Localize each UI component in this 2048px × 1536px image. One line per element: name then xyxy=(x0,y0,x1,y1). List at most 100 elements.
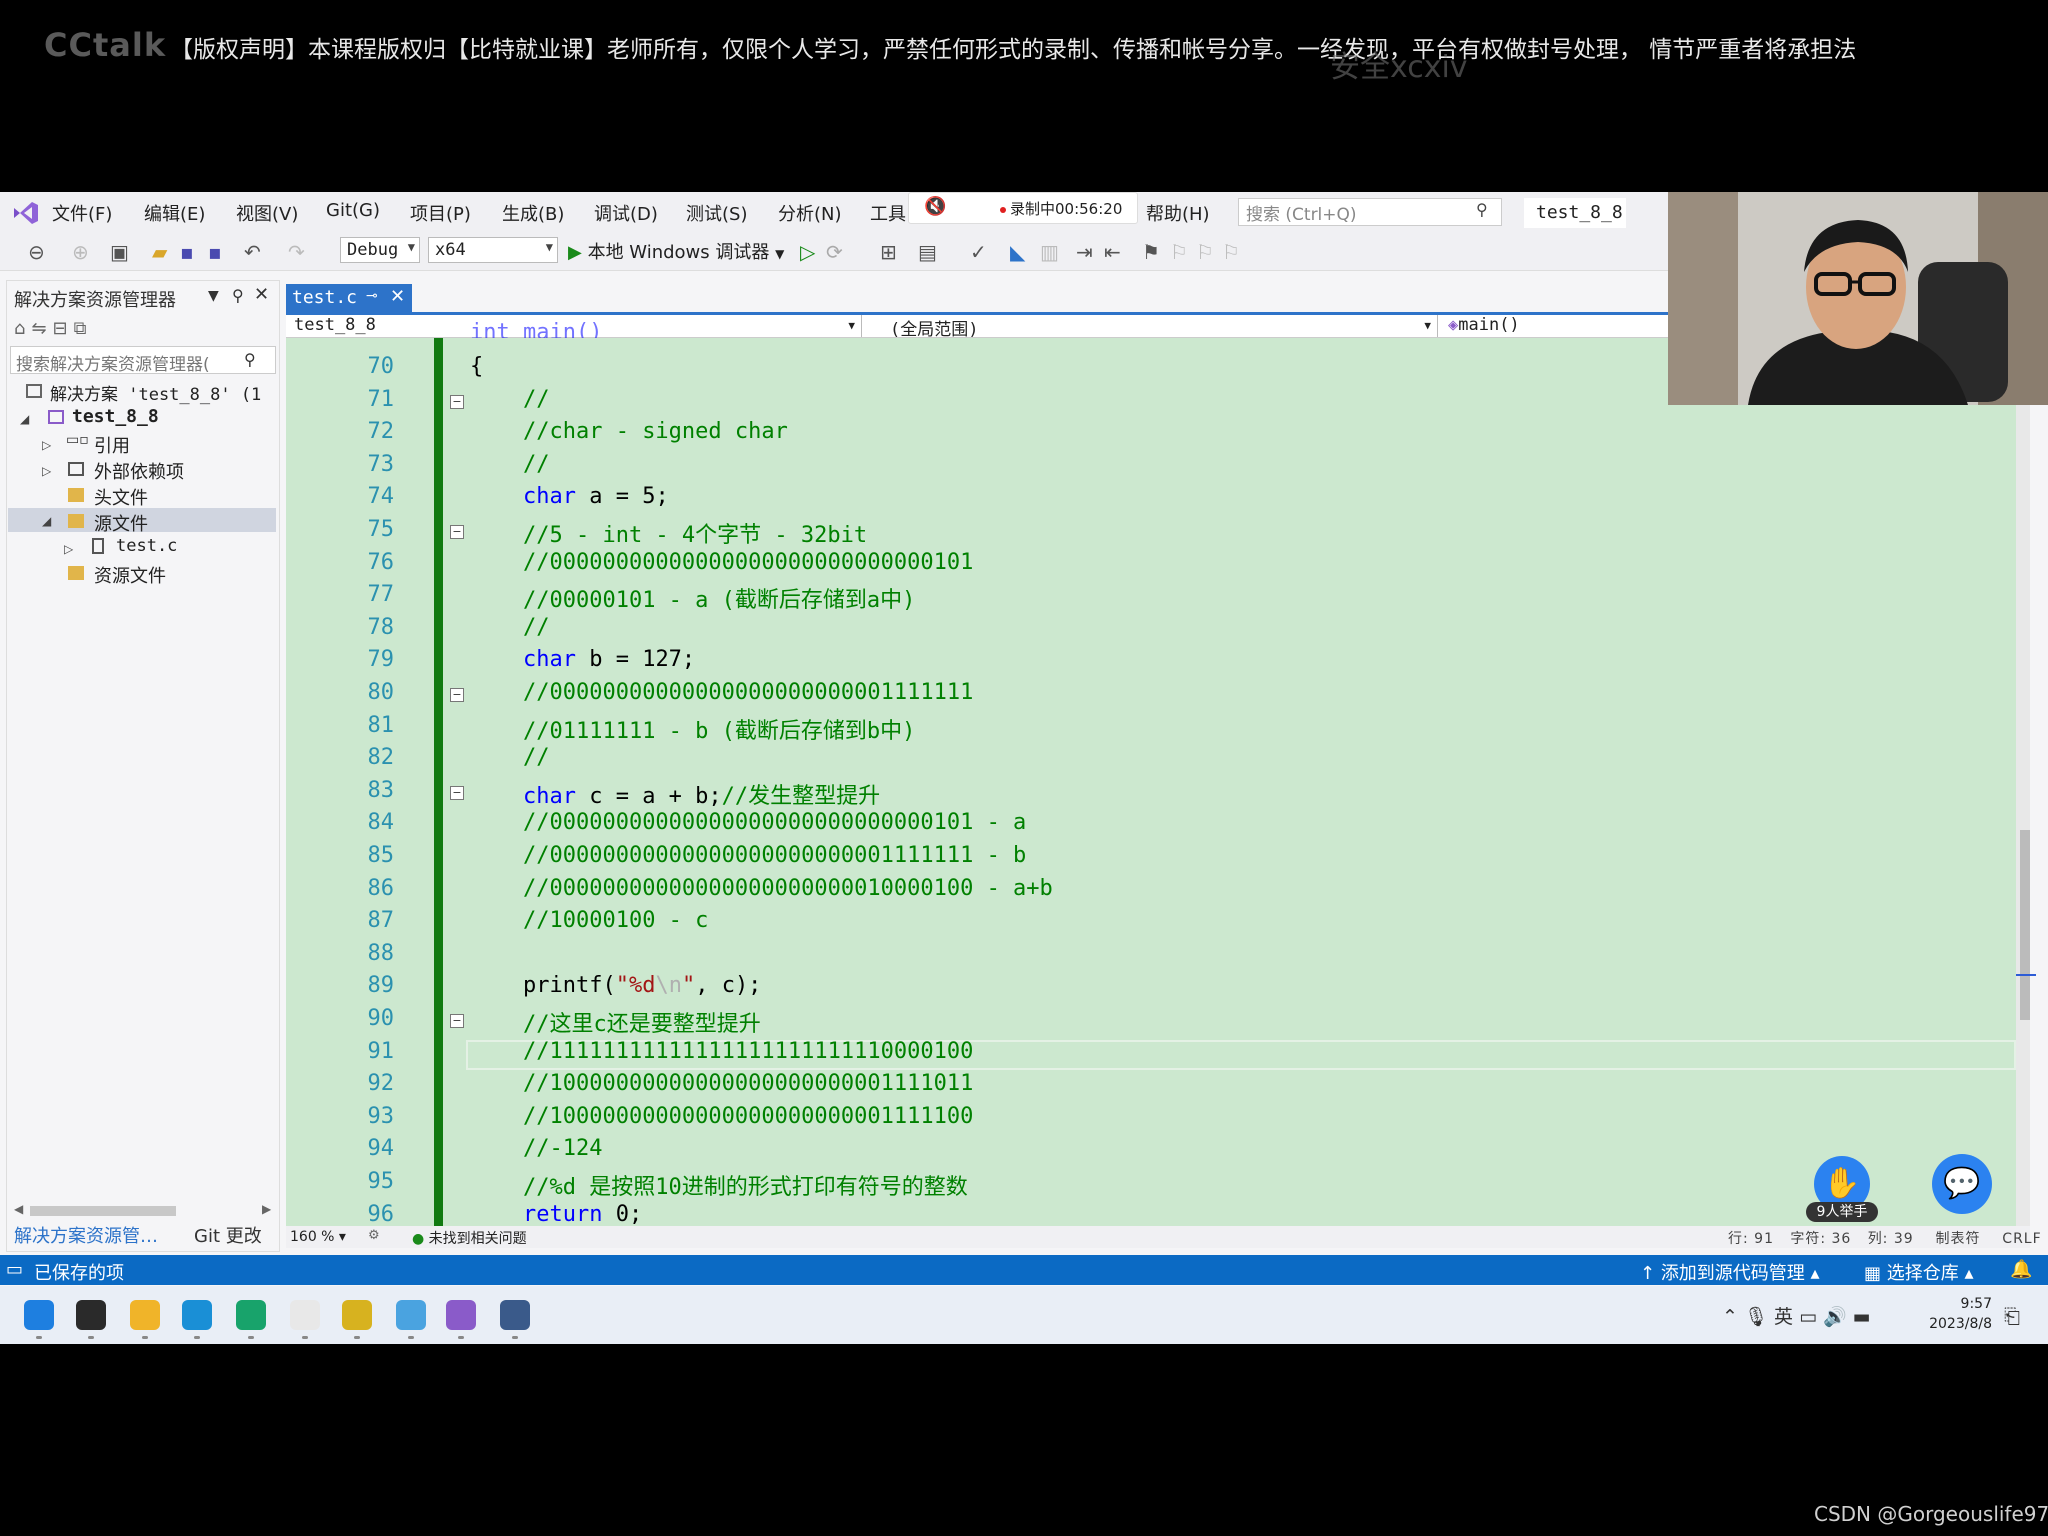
menu-item-7[interactable]: 测试(S) xyxy=(686,200,747,226)
show-all-icon[interactable]: ⧉ xyxy=(74,318,93,339)
network-app-icon[interactable] xyxy=(396,1300,426,1330)
chevron-up-icon[interactable]: ⌃ xyxy=(1722,1306,1744,1328)
network-icon[interactable]: ▭ xyxy=(1799,1306,1823,1328)
code-line-78[interactable]: // xyxy=(470,615,550,640)
pin-icon[interactable]: ⚲ xyxy=(232,286,244,305)
solution-explorer-toolbar[interactable]: ⌂⇋⊟⧉ xyxy=(14,318,92,339)
code-line-96[interactable]: return 0; xyxy=(470,1202,642,1227)
panel-options-icon[interactable]: ▼ xyxy=(208,288,219,304)
start-menu-icon[interactable] xyxy=(24,1300,54,1330)
battery-icon[interactable]: ▬ xyxy=(1853,1306,1877,1328)
menu-item-8[interactable]: 分析(N) xyxy=(778,200,842,226)
system-tray[interactable]: ⌃🎙英▭🔊▬ xyxy=(1722,1302,1877,1329)
hot-reload-icon[interactable]: ⟳ xyxy=(826,240,843,264)
code-line-84[interactable]: //00000000000000000000000000000101 - a xyxy=(470,810,1026,835)
configuration-select[interactable]: Debug ▼ xyxy=(340,237,420,263)
task-view-icon[interactable] xyxy=(76,1300,106,1330)
home-icon[interactable]: ⌂ xyxy=(14,318,31,339)
code-line-93[interactable]: //10000000000000000000000001111100 xyxy=(470,1104,973,1129)
solution-icon[interactable]: ⊞ xyxy=(880,240,897,264)
outdent-icon[interactable]: ⇤ xyxy=(1104,240,1121,264)
tree-test-c[interactable]: test.c xyxy=(116,536,177,556)
platform-select[interactable]: x64 ▼ xyxy=(428,237,558,263)
save-icon[interactable]: ▪ xyxy=(180,240,194,264)
forward-icon[interactable]: ⊕ xyxy=(72,240,89,264)
calculator-icon[interactable] xyxy=(500,1300,530,1330)
pin-tab-icon[interactable]: ⊸ xyxy=(366,288,378,304)
redo-icon[interactable]: ↷ xyxy=(288,240,305,264)
expand-arrow-icon[interactable]: ◢ xyxy=(42,514,51,528)
collapse-arrow-icon[interactable]: ▷ xyxy=(42,464,51,478)
menu-item-4[interactable]: 项目(P) xyxy=(410,200,471,226)
collapse-arrow-icon[interactable]: ▷ xyxy=(42,438,51,452)
visual-studio-icon[interactable] xyxy=(446,1300,476,1330)
add-source-control-button[interactable]: ↑ 添加到源代码管理 ▴ xyxy=(1640,1259,1820,1285)
fold-toggle-icon[interactable]: − xyxy=(450,688,464,702)
edge-browser-icon[interactable] xyxy=(182,1300,212,1330)
mute-icon[interactable]: 🔇 xyxy=(924,196,946,217)
collapse-icon[interactable]: ⊟ xyxy=(53,318,74,339)
scroll-right-icon[interactable]: ▶ xyxy=(262,1202,271,1216)
horizontal-scrollbar[interactable] xyxy=(30,1206,176,1216)
close-tab-icon[interactable]: ✕ xyxy=(390,286,405,307)
close-panel-icon[interactable]: ✕ xyxy=(254,284,269,305)
fold-toggle-icon[interactable]: − xyxy=(450,785,464,800)
code-line-86[interactable]: //00000000000000000000000010000100 - a+b xyxy=(470,876,1053,901)
code-line-75[interactable]: //5 - int - 4个字节 - 32bit xyxy=(470,517,867,549)
code-line-74[interactable]: char a = 5; xyxy=(470,484,669,509)
code-line-82[interactable]: // xyxy=(470,745,550,770)
code-line-80[interactable]: //00000000000000000000000001111111 xyxy=(470,680,973,705)
glyph-margin[interactable] xyxy=(286,338,322,1226)
volume-icon[interactable]: 🔊 xyxy=(1823,1306,1853,1328)
code-line-91[interactable]: //11111111111111111111111110000100 xyxy=(470,1039,973,1064)
scope-nav-select[interactable]: (全局范围) ▼ xyxy=(866,315,1438,340)
issues-indicator[interactable]: ● 未找到相关问题 xyxy=(412,1228,527,1248)
scroll-thumb[interactable] xyxy=(2020,830,2030,1020)
code-line-73[interactable]: // xyxy=(470,452,550,477)
ime-indicator[interactable]: 英 xyxy=(1774,1306,1799,1328)
code-line-95[interactable]: //%d 是按照10进制的形式打印有符号的整数 xyxy=(470,1169,968,1201)
clear-bookmarks-icon[interactable]: ⚐ xyxy=(1222,240,1240,264)
save-all-icon[interactable]: ▪ xyxy=(208,240,222,264)
tree-header-files[interactable]: 头文件 xyxy=(94,484,148,510)
code-line-81[interactable]: //01111111 - b (截断后存储到b中) xyxy=(470,713,915,745)
menu-item-9[interactable]: 工具 xyxy=(870,200,906,226)
clock-time[interactable]: 9:57 xyxy=(1918,1296,1992,1312)
code-line-94[interactable]: //-124 xyxy=(470,1136,602,1161)
tree-source-files[interactable]: 源文件 xyxy=(94,510,148,536)
tree-solution[interactable]: 解决方案 'test_8_8' (1 xyxy=(50,380,261,405)
code-line-79[interactable]: char b = 127; xyxy=(470,647,695,672)
tab-git-changes[interactable]: Git 更改 xyxy=(194,1222,262,1248)
microphone-icon[interactable]: 🎙 xyxy=(1744,1306,1774,1328)
code-line-76[interactable]: //00000000000000000000000000000101 xyxy=(470,550,973,575)
fold-toggle-icon[interactable]: − xyxy=(450,394,464,409)
menu-item-3[interactable]: Git(G) xyxy=(326,200,380,221)
chrome-icon[interactable] xyxy=(290,1300,320,1330)
start-without-debug-icon[interactable]: ▷ xyxy=(800,240,815,264)
menu-item-0[interactable]: 文件(F) xyxy=(52,200,112,226)
code-line-92[interactable]: //10000000000000000000000001111011 xyxy=(470,1071,973,1096)
chat-button[interactable]: 💬 xyxy=(1932,1154,1992,1214)
code-line-89[interactable]: printf("%d\n", c); xyxy=(470,973,761,998)
build-icon[interactable]: ◣ xyxy=(1010,240,1025,264)
file-explorer-icon[interactable] xyxy=(130,1300,160,1330)
notification-center-icon[interactable]: ⎗ xyxy=(2004,1304,2020,1328)
code-line-90[interactable]: //这里c还是要整型提升 xyxy=(470,1006,761,1038)
code-line-83[interactable]: char c = a + b;//发生整型提升 xyxy=(470,778,880,810)
code-line-77[interactable]: //00000101 - a (截断后存储到a中) xyxy=(470,582,915,614)
tab-solution-explorer[interactable]: 解决方案资源管… xyxy=(14,1222,158,1248)
notifications-icon[interactable]: 🔔 xyxy=(2010,1259,2032,1280)
member-nav-select[interactable]: ◈main() xyxy=(1442,315,1670,337)
back-icon[interactable]: ⊖ xyxy=(28,240,45,264)
health-icon[interactable]: ⚙ xyxy=(368,1228,380,1243)
media-app-icon[interactable] xyxy=(342,1300,372,1330)
code-line-70[interactable]: { xyxy=(470,354,483,379)
cancel-build-icon[interactable]: ▥ xyxy=(1040,240,1059,264)
fold-toggle-icon[interactable]: − xyxy=(450,525,464,539)
green-app-icon[interactable] xyxy=(236,1300,266,1330)
tree-external-deps[interactable]: 外部依赖项 xyxy=(94,458,184,484)
tree-project[interactable]: test_8_8 xyxy=(72,406,159,427)
tree-resource-files[interactable]: 资源文件 xyxy=(94,562,166,588)
collapse-arrow-icon[interactable]: ▷ xyxy=(64,542,73,556)
menu-item-2[interactable]: 视图(V) xyxy=(236,200,298,226)
